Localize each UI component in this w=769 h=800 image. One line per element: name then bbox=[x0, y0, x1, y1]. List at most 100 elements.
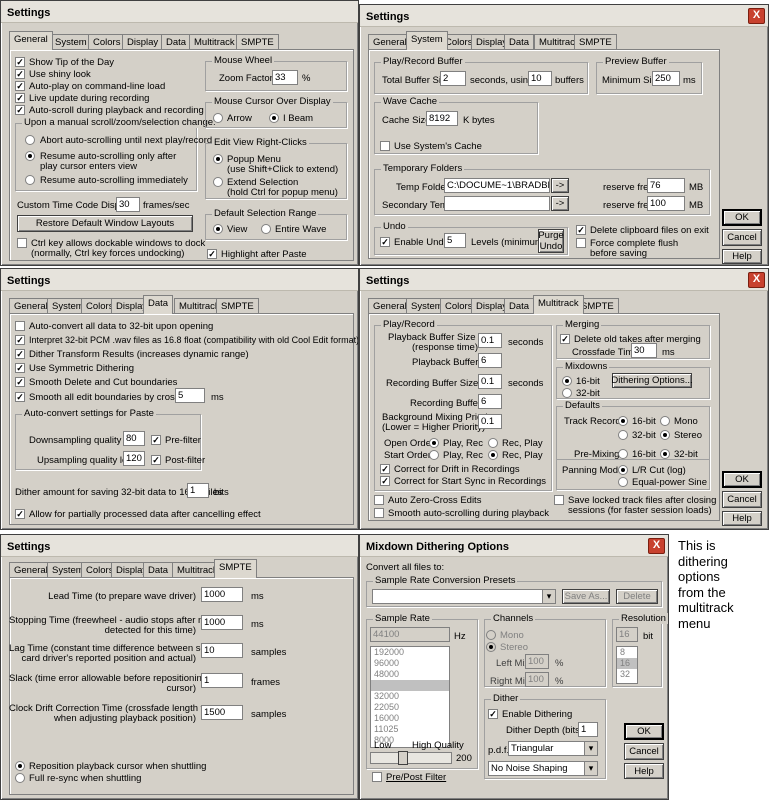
reserve-free-input[interactable]: 76 bbox=[647, 178, 685, 193]
drift-checkbox[interactable]: ✓ bbox=[380, 464, 390, 474]
smooth-delete-checkbox[interactable]: ✓ bbox=[15, 377, 25, 387]
restore-layouts-button[interactable]: Restore Default Window Layouts bbox=[17, 215, 193, 232]
allow-partial-checkbox[interactable]: ✓ bbox=[15, 509, 25, 519]
sample-rate-input[interactable]: 44100 bbox=[370, 627, 450, 642]
cancel-button[interactable]: Cancel bbox=[624, 743, 664, 760]
playback-buffers-input[interactable]: 6 bbox=[478, 353, 502, 368]
reserve-free-input-2[interactable]: 100 bbox=[647, 196, 685, 211]
close-icon[interactable]: X bbox=[748, 8, 765, 24]
tab-system[interactable]: System bbox=[406, 31, 448, 50]
tab-general[interactable]: General bbox=[9, 31, 53, 50]
res-item[interactable]: 32 bbox=[617, 669, 637, 680]
slider-thumb[interactable] bbox=[398, 751, 408, 765]
smooth-scroll-checkbox[interactable] bbox=[374, 508, 384, 518]
recording-buffer-size-input[interactable]: 0.1 bbox=[478, 374, 502, 389]
force-flush-checkbox[interactable] bbox=[576, 238, 586, 248]
resume-immediately-radio[interactable] bbox=[25, 175, 35, 185]
help-button[interactable]: Help bbox=[722, 511, 762, 526]
stopping-time-input[interactable]: 1000 bbox=[201, 615, 243, 630]
smooth-all-checkbox[interactable]: ✓ bbox=[15, 392, 25, 402]
tab-data[interactable]: Data bbox=[504, 298, 535, 314]
prefilter-checkbox[interactable]: ✓ bbox=[151, 435, 161, 445]
resync-radio[interactable] bbox=[15, 773, 25, 783]
upsampling-input[interactable]: 120 bbox=[123, 451, 145, 466]
rate-item[interactable]: 22050 bbox=[371, 702, 449, 713]
mono-radio[interactable] bbox=[486, 630, 496, 640]
smooth-all-input[interactable]: 5 bbox=[175, 388, 205, 403]
mix-16bit-radio[interactable] bbox=[562, 376, 572, 386]
tab-smpte[interactable]: SMPTE bbox=[574, 34, 617, 50]
lead-time-input[interactable]: 1000 bbox=[201, 587, 243, 602]
tab-data[interactable]: Data bbox=[143, 562, 174, 578]
rate-item[interactable]: 96000 bbox=[371, 658, 449, 669]
res-item[interactable]: 8 bbox=[617, 647, 637, 658]
sample-rate-list[interactable]: 192000 96000 48000 32000 22050 16000 110… bbox=[370, 646, 450, 748]
start-rec-play-radio[interactable] bbox=[488, 450, 498, 460]
rate-item[interactable]: 192000 bbox=[371, 647, 449, 658]
rate-item[interactable]: 16000 bbox=[371, 713, 449, 724]
track-32bit-radio[interactable] bbox=[618, 430, 628, 440]
total-buffer-input[interactable]: 2 bbox=[440, 71, 466, 86]
autoscroll-checkbox[interactable]: ✓ bbox=[15, 105, 25, 115]
lag-time-input[interactable]: 10 bbox=[201, 643, 243, 658]
downsampling-input[interactable]: 80 bbox=[123, 431, 145, 446]
res-item-selected[interactable]: 16 bbox=[617, 658, 637, 669]
rate-item[interactable]: 48000 bbox=[371, 669, 449, 680]
tab-colors[interactable]: Colors bbox=[88, 34, 126, 50]
delete-button[interactable]: Delete bbox=[616, 589, 658, 604]
live-update-checkbox[interactable]: ✓ bbox=[15, 93, 25, 103]
tab-display[interactable]: Display bbox=[122, 34, 164, 50]
tab-data[interactable]: Data bbox=[161, 34, 192, 50]
symmetric-checkbox[interactable]: ✓ bbox=[15, 363, 25, 373]
arrow-radio[interactable] bbox=[213, 113, 223, 123]
dither-depth-input[interactable]: 1 bbox=[578, 722, 598, 737]
ctrl-dock-checkbox[interactable] bbox=[17, 238, 27, 248]
enable-dithering-checkbox[interactable]: ✓ bbox=[488, 709, 498, 719]
cancel-button[interactable]: Cancel bbox=[722, 491, 762, 508]
rate-item[interactable]: 11025 bbox=[371, 724, 449, 735]
lr-cut-radio[interactable] bbox=[618, 465, 628, 475]
mixing-priority-input[interactable]: 0.1 bbox=[478, 414, 502, 429]
open-play-rec-radio[interactable] bbox=[429, 438, 439, 448]
save-as-button[interactable]: Save As... bbox=[562, 589, 610, 604]
start-play-rec-radio[interactable] bbox=[429, 450, 439, 460]
time-code-input[interactable]: 30 bbox=[116, 197, 140, 212]
ok-button[interactable]: OK bbox=[624, 723, 664, 740]
resolution-input[interactable]: 16 bbox=[616, 627, 638, 642]
enable-undo-checkbox[interactable]: ✓ bbox=[380, 237, 390, 247]
abort-radio[interactable] bbox=[25, 135, 35, 145]
postfilter-checkbox[interactable]: ✓ bbox=[151, 455, 161, 465]
delete-old-takes-checkbox[interactable]: ✓ bbox=[560, 334, 570, 344]
playback-buffer-size-input[interactable]: 0.1 bbox=[478, 333, 502, 348]
save-locked-checkbox[interactable] bbox=[554, 495, 564, 505]
rate-item-selected[interactable] bbox=[371, 680, 449, 691]
shiny-checkbox[interactable]: ✓ bbox=[15, 69, 25, 79]
zoom-factor-input[interactable]: 33 bbox=[272, 70, 298, 85]
crossfade-input[interactable]: 30 bbox=[631, 343, 657, 358]
show-tip-checkbox[interactable]: ✓ bbox=[15, 57, 25, 67]
dither-amount-input[interactable]: 1 bbox=[187, 483, 209, 498]
track-stereo-radio[interactable] bbox=[660, 430, 670, 440]
ok-button[interactable]: OK bbox=[722, 471, 762, 488]
start-sync-checkbox[interactable]: ✓ bbox=[380, 476, 390, 486]
clock-drift-input[interactable]: 1500 bbox=[201, 705, 243, 720]
slack-input[interactable]: 1 bbox=[201, 673, 243, 688]
dithering-options-button[interactable]: Dithering Options... bbox=[611, 373, 693, 388]
help-button[interactable]: Help bbox=[722, 249, 762, 264]
premix-32bit-radio[interactable] bbox=[660, 449, 670, 459]
tab-multitrack[interactable]: Multitrack bbox=[189, 34, 240, 50]
secondary-temp-input[interactable] bbox=[444, 196, 550, 211]
track-mono-radio[interactable] bbox=[660, 416, 670, 426]
undo-levels-input[interactable]: 5 bbox=[444, 233, 466, 248]
ibeam-radio[interactable] bbox=[269, 113, 279, 123]
equal-power-radio[interactable] bbox=[618, 477, 628, 487]
presets-dropdown[interactable] bbox=[372, 589, 556, 604]
noise-shaping-dropdown[interactable]: No Noise Shaping bbox=[488, 761, 598, 776]
rate-item[interactable]: 32000 bbox=[371, 691, 449, 702]
quality-slider[interactable] bbox=[370, 752, 452, 764]
cancel-button[interactable]: Cancel bbox=[722, 229, 762, 246]
prepost-checkbox[interactable] bbox=[372, 772, 382, 782]
tab-multitrack[interactable]: Multitrack bbox=[533, 295, 584, 314]
system-cache-checkbox[interactable] bbox=[380, 141, 390, 151]
dither-transform-checkbox[interactable]: ✓ bbox=[15, 349, 25, 359]
